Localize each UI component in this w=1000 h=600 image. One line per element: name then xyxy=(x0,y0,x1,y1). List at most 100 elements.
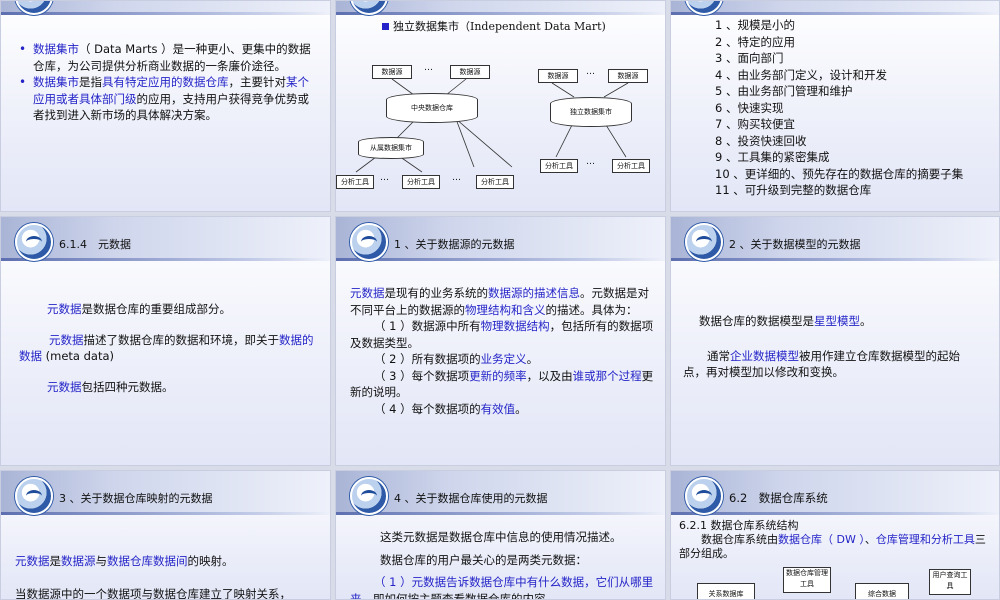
feature-item: 4 、由业务部门定义，设计和开发 xyxy=(715,67,887,82)
dw-system-diagram: 关系数据库 数据仓库管理工具 综合数据 用户查询工具 xyxy=(671,565,999,599)
slide-title: 6.1.4 元数据 xyxy=(59,238,131,251)
feature-item: 2 、特定的应用 xyxy=(715,34,795,49)
logo-icon xyxy=(350,477,388,515)
bullet-item: 数据集市是指具有特定应用的数据仓库，主要针对某个应用或者具体部门级的应用，支持用… xyxy=(19,74,319,124)
highlight-term: 数据仓库（ DW ） xyxy=(778,533,865,546)
highlight-term: 元数据 xyxy=(15,554,50,568)
slide-title: 6.2 数据仓库系统 xyxy=(729,491,828,505)
relational-db-node: 关系数据库 xyxy=(697,583,755,599)
analysis-tool-node: 分析工具 xyxy=(336,175,374,189)
s6-p1: 数据仓库的数据模型是星型模型。 xyxy=(683,313,973,330)
data-source-node: 数据源 xyxy=(372,65,412,79)
text-run: 。 xyxy=(515,401,527,416)
s9-subheading: 6.2.1 数据仓库系统结构 xyxy=(679,519,799,532)
highlight-term: 星型模型 xyxy=(814,314,860,328)
text-run: 当数据源中的一个数据项与数据仓库建立了映射关系， xyxy=(15,586,291,600)
text-run: 是数据仓库的重要组成部分。 xyxy=(81,302,232,316)
s1-bullets: 数据集市（ Data Marts ）是一种更小、更集中的数据仓库，为公司提供分析… xyxy=(19,41,319,124)
central-warehouse-node: 中央数据仓库 xyxy=(386,93,478,123)
s8-p1: 这类元数据是数据仓库中信息的使用情况描述。 xyxy=(350,529,660,546)
text-run: 、 xyxy=(864,533,876,546)
text-run: （ 3 ）每个数据项 xyxy=(374,368,470,383)
data-source-node: 数据源 xyxy=(608,69,648,83)
s6-p2: 通常企业数据模型被用作建立仓库数据模型的起始点，再对模型加以修改和变换。 xyxy=(683,348,973,381)
feature-item: 6 、快速实现 xyxy=(715,100,784,115)
slide-source-metadata: 1 、关于数据源的元数据 元数据是现有的业务系统的数据源的描述信息。元数据是对不… xyxy=(335,216,666,466)
highlight-term: 数据仓库数据间 xyxy=(107,554,188,568)
text-run: 是指 xyxy=(79,75,102,89)
s5-p5: （ 4 ）每个数据项的有效值。 xyxy=(350,401,660,418)
logo-icon xyxy=(685,223,723,261)
highlight-term: 元数据 xyxy=(47,302,82,316)
logo-icon xyxy=(685,477,723,515)
feature-item: 10 、更详细的、预先存在的数据仓库的摘要子集 xyxy=(715,166,964,181)
ellipsis: … xyxy=(586,157,596,167)
independent-mart-node: 独立数据集市 xyxy=(550,97,632,127)
slide-data-mart-features: 1 、规模是小的 2 、特定的应用 3 、面向部门 4 、由业务部门定义，设计和开发 5… xyxy=(670,0,1000,212)
highlight-term: 具有特定应用的数据仓库 xyxy=(102,75,229,89)
text-run: 是 xyxy=(49,554,62,568)
analysis-tool-node: 分析工具 xyxy=(402,175,440,189)
highlight-term: 仓库管理和分析工具 xyxy=(875,533,975,546)
feature-item: 7 、购买较便宜 xyxy=(715,117,795,131)
square-bullet-icon xyxy=(382,23,389,30)
slide-usage-metadata: 4 、关于数据仓库使用的元数据 这类元数据是数据仓库中信息的使用情况描述。 数据… xyxy=(335,470,666,600)
s4-p3: 元数据包括四种元数据。 xyxy=(19,379,314,396)
slide-dw-system: 6.2 数据仓库系统 6.2.1 数据仓库系统结构 数据仓库系统由数据仓库（ D… xyxy=(670,470,1000,600)
feature-item: 5 、由业务部门管理和维护 xyxy=(715,84,853,98)
logo-icon xyxy=(15,223,53,261)
slide-model-metadata: 2 、关于数据模型的元数据 数据仓库的数据模型是星型模型。 通常企业数据模型被用… xyxy=(670,216,1000,466)
dw-manager-node: 数据仓库管理工具 xyxy=(783,567,831,593)
text-run: (meta data) xyxy=(42,349,115,363)
text-run: 即如何按主题查看数据仓库的内容。 xyxy=(373,591,557,600)
data-source-node: 数据源 xyxy=(538,69,578,83)
highlight-term: 元数据 xyxy=(49,332,84,347)
slide-title: 1 、关于数据源的元数据 xyxy=(394,238,515,251)
highlight-term: 物理数据结构 xyxy=(480,319,550,333)
slide-title: 2 、关于数据模型的元数据 xyxy=(729,238,861,251)
ellipsis: … xyxy=(380,173,390,183)
analysis-tool-node: 分析工具 xyxy=(476,175,514,189)
slide-metadata: 6.1.4 元数据 元数据是数据仓库的重要组成部分。 元数据描述了数据仓库的数据… xyxy=(0,216,331,466)
text-run: （ 4 ）每个数据项的 xyxy=(374,401,481,416)
feature-item: 11 、可升级到完整的数据仓库 xyxy=(715,183,872,197)
text-run: 这类元数据是数据仓库中信息的使用情况描述。 xyxy=(380,530,622,544)
s4-p1: 元数据是数据仓库的重要组成部分。 xyxy=(19,301,314,318)
text-run: 通常 xyxy=(707,348,730,363)
features-list: 1 、规模是小的 2 、特定的应用 3 、面向部门 4 、由业务部门定义，设计和开发 5… xyxy=(715,17,999,199)
s5-p1: 元数据是现有的业务系统的数据源的描述信息。元数据是对不同平台上的数据源的物理结构… xyxy=(350,285,660,318)
highlight-term: 物理结构和含义 xyxy=(465,302,546,317)
ellipsis: … xyxy=(586,67,596,77)
highlight-term: 更新的频率 xyxy=(469,368,527,383)
highlight-term: 有效值 xyxy=(480,401,516,416)
highlight-term: 数据集市 xyxy=(33,75,79,89)
slide-title: 3 、关于数据仓库映射的元数据 xyxy=(59,492,213,505)
logo-icon xyxy=(350,223,388,261)
ellipsis: … xyxy=(424,63,434,73)
slide-independent-data-mart: 独立数据集市（Independent Data Mart) 数据源 … 数据源 … xyxy=(335,0,666,212)
feature-item: 3 、面向部门 xyxy=(715,51,784,65)
text-run: ，以及由 xyxy=(526,368,573,383)
text-run: 是现有的业务系统的 xyxy=(384,286,489,300)
highlight-term: 企业数据模型 xyxy=(730,348,799,363)
logo-icon xyxy=(15,477,53,515)
bullet-item: 数据集市（ Data Marts ）是一种更小、更集中的数据仓库，为公司提供分析… xyxy=(19,41,319,74)
highlight-term: 元数据 xyxy=(350,286,385,300)
s5-p4: （ 3 ）每个数据项更新的频率，以及由谁或那个过程更新的说明。 xyxy=(350,368,660,401)
text-run: 与 xyxy=(95,554,108,568)
s7-p1: 元数据是数据源与数据仓库数据间的映射。 xyxy=(15,553,325,570)
text-run: 数据仓库的数据模型是 xyxy=(699,314,814,328)
text-run: 的映射。 xyxy=(187,554,234,568)
user-query-tool-node: 用户查询工具 xyxy=(929,569,971,595)
data-source-node: 数据源 xyxy=(450,65,490,79)
slide-mapping-metadata: 3 、关于数据仓库映射的元数据 元数据是数据源与数据仓库数据间的映射。 当数据源… xyxy=(0,470,331,600)
text-run: 。 xyxy=(526,352,539,366)
ellipsis: … xyxy=(452,173,462,183)
highlight-term: 业务定义 xyxy=(480,352,527,366)
dependent-mart-node: 从属数据集市 xyxy=(358,137,424,159)
text-run: （ 2 ）所有数据项的 xyxy=(374,352,481,366)
text-run: 包括四种元数据。 xyxy=(81,379,174,394)
text-run: 描述了数据仓库的数据和环境，即关于 xyxy=(83,332,280,347)
text-run: 。 xyxy=(860,314,872,328)
analysis-tool-node: 分析工具 xyxy=(540,159,578,173)
